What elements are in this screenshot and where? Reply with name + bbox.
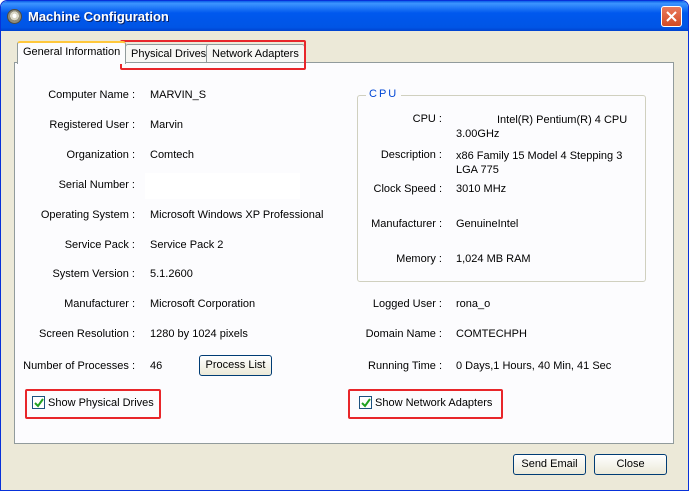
memory-label: Memory : [396, 253, 442, 265]
number-of-processes-label: Number of Processes : [23, 360, 135, 372]
manufacturer-value: Microsoft Corporation [150, 298, 256, 310]
service-pack-value: Service Pack 2 [150, 239, 224, 251]
operating-system-value: Microsoft Windows XP Professional [150, 209, 324, 221]
logged-user-value: rona_o [456, 298, 491, 310]
registered-user-value: Marvin [150, 119, 184, 131]
cpu-group-title: CPU [366, 88, 402, 100]
serial-number-field [145, 173, 300, 199]
show-physical-drives-highlight [25, 389, 161, 419]
send-email-button[interactable]: Send Email [513, 454, 586, 475]
app-icon [7, 9, 22, 24]
cpu-description-label: Description : [380, 149, 442, 161]
computer-name-value: MARVIN_S [150, 89, 207, 101]
organization-label: Organization : [66, 149, 135, 161]
tab-label: General Information [23, 46, 121, 58]
serial-number-label: Serial Number : [58, 179, 135, 191]
system-version-value: 5.1.2600 [150, 268, 193, 280]
close-icon [666, 11, 677, 22]
logged-user-label: Logged User : [372, 298, 442, 310]
cpu-description-value: x86 Family 15 Model 4 Stepping 3 LGA 775 [456, 150, 623, 176]
close-window-button[interactable] [661, 6, 682, 27]
organization-value: Comtech [150, 149, 195, 161]
registered-user-label: Registered User : [49, 119, 135, 131]
cpu-label: CPU : [412, 113, 442, 125]
tab-general-information[interactable]: General Information [17, 41, 127, 64]
operating-system-label: Operating System : [40, 209, 135, 221]
window-title: Machine Configuration [28, 9, 169, 24]
memory-value: 1,024 MB RAM [456, 253, 531, 265]
cpu-manufacturer-label: Manufacturer : [371, 218, 442, 230]
running-time-value: 0 Days,1 Hours, 40 Min, 41 Sec [456, 360, 612, 372]
close-button[interactable]: Close [594, 454, 667, 475]
process-list-button[interactable]: Process List [199, 355, 272, 376]
computer-name-label: Computer Name : [48, 89, 135, 101]
clock-speed-label: Clock Speed : [373, 183, 442, 195]
show-network-adapters-highlight [348, 389, 503, 419]
tabs-highlight [120, 40, 306, 70]
screen-resolution-label: Screen Resolution : [39, 328, 135, 340]
clock-speed-value: 3010 MHz [456, 183, 507, 195]
cpu-value: Intel(R) Pentium(R) 4 CPU 3.00GHz [456, 114, 628, 140]
running-time-label: Running Time : [368, 360, 442, 372]
cpu-manufacturer-value: GenuineIntel [456, 218, 519, 230]
title-bar[interactable]: Machine Configuration [1, 1, 688, 31]
manufacturer-label: Manufacturer : [64, 298, 135, 310]
service-pack-label: Service Pack : [64, 239, 135, 251]
machine-configuration-window: Machine Configuration General Informatio… [0, 0, 689, 491]
domain-name-value: COMTECHPH [456, 328, 527, 340]
system-version-label: System Version : [52, 268, 135, 280]
domain-name-label: Domain Name : [365, 328, 442, 340]
number-of-processes-value: 46 [150, 360, 163, 372]
screen-resolution-value: 1280 by 1024 pixels [150, 328, 248, 340]
